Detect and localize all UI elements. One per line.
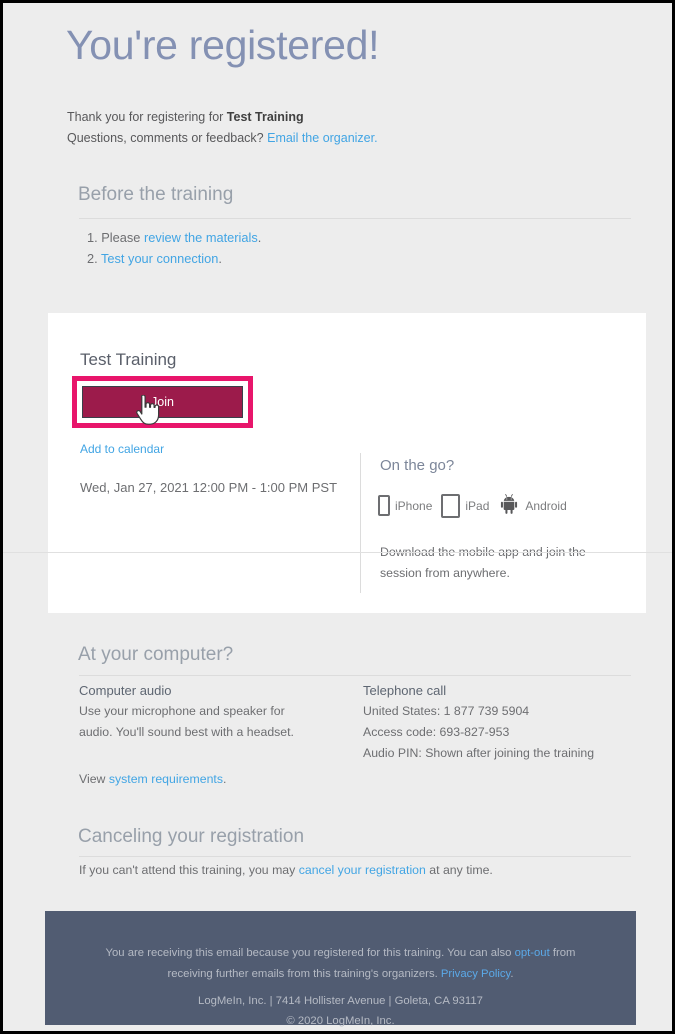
canceling-heading: Canceling your registration (78, 826, 305, 847)
view-requirements-suffix: . (222, 772, 227, 786)
telephone-line-audio-pin: Audio PIN: Shown after joining the train… (363, 746, 595, 760)
list-item: 2. Test your connection. (87, 248, 261, 269)
before-training-list: 1. Please review the materials. 2. Test … (87, 227, 261, 269)
card-vertical-divider (360, 453, 361, 593)
view-system-requirements: View system requirements. (79, 772, 226, 786)
opt-out-link[interactable]: opt-out (515, 947, 550, 959)
add-to-calendar-link[interactable]: Add to calendar (80, 442, 164, 456)
intro-text: Thank you for registering for Test Train… (67, 107, 378, 149)
review-materials-link[interactable]: review the materials (144, 230, 258, 245)
device-label-ipad: iPad (465, 498, 490, 513)
footer-line-1-b: from (549, 947, 576, 959)
canceling-prefix: If you can't attend this training, you m… (79, 863, 299, 877)
computer-audio-title: Computer audio (79, 683, 172, 698)
footer-copyright: © 2020 LogMeIn, Inc. (286, 1015, 395, 1027)
system-requirements-link[interactable]: system requirements (109, 772, 223, 786)
before-training-divider (79, 218, 631, 219)
join-button[interactable]: Join (82, 386, 243, 418)
device-iphone[interactable]: iPhone (378, 495, 432, 516)
session-card: Test Training Join Add to calendar Wed, … (48, 313, 646, 613)
telephone-call-lines: United States: 1 877 739 5904 Access cod… (363, 701, 643, 764)
footer-line-1-a: You are receiving this email because you… (105, 947, 515, 959)
footer-line-1: You are receiving this email because you… (73, 943, 608, 985)
list-item-number: 1. (87, 230, 98, 245)
device-label-iphone: iPhone (395, 498, 433, 513)
intro-line-2-prefix: Questions, comments or feedback? (67, 131, 268, 145)
test-connection-link[interactable]: Test your connection (101, 251, 218, 266)
mouse-cursor-pointer (134, 394, 160, 432)
page-title: You're registered! (66, 22, 380, 68)
list-item-suffix: . (257, 230, 262, 245)
email-page: You're registered! Thank you for registe… (3, 3, 672, 1031)
email-organizer-link[interactable]: Email the organizer. (267, 131, 377, 145)
footer-address: LogMeIn, Inc. | 7414 Hollister Avenue | … (198, 995, 483, 1007)
list-item: 1. Please review the materials. (87, 227, 261, 248)
device-label-android: Android (525, 498, 567, 513)
footer-line-2-a: receiving further emails from this train… (167, 968, 441, 980)
canceling-divider (79, 856, 631, 857)
privacy-policy-link[interactable]: Privacy Policy (441, 968, 510, 980)
telephone-line-country: United States: 1 877 739 5904 (363, 704, 530, 718)
view-requirements-prefix: View (79, 772, 109, 786)
at-your-computer-heading: At your computer? (78, 644, 234, 665)
session-title: Test Training (80, 350, 177, 369)
intro-line-1-prefix: Thank you for registering for (67, 110, 227, 124)
intro-line-1: Thank you for registering for Test Train… (67, 107, 378, 128)
on-the-go-heading: On the go? (380, 457, 455, 474)
android-icon (498, 493, 520, 518)
telephone-call-title: Telephone call (363, 683, 447, 698)
cancel-registration-link[interactable]: cancel your registration (299, 863, 426, 877)
training-name-bold: Test Training (226, 110, 304, 124)
intro-line-2: Questions, comments or feedback? Email t… (67, 128, 378, 149)
iphone-icon (378, 495, 390, 516)
canceling-body: If you can't attend this training, you m… (79, 863, 493, 877)
mobile-app-note: Download the mobile app and join the ses… (380, 545, 586, 580)
list-item-suffix: . (218, 251, 222, 266)
session-datetime: Wed, Jan 27, 2021 12:00 PM - 1:00 PM PST (80, 480, 338, 495)
device-ipad[interactable]: iPad (441, 493, 490, 518)
canceling-suffix: at any time. (425, 863, 493, 877)
email-footer: You are receiving this email because you… (45, 911, 636, 1027)
telephone-line-access-code: Access code: 693-827-953 (363, 725, 510, 739)
ipad-icon (441, 493, 461, 518)
before-training-heading: Before the training (78, 184, 234, 205)
computer-audio-body: Use your microphone and speaker for audi… (79, 704, 294, 739)
list-item-prefix: Please (101, 230, 144, 245)
list-item-number: 2. (87, 251, 98, 266)
viewport-seam-line (3, 552, 672, 553)
device-list: iPhone iPad Android (378, 493, 567, 518)
footer-line-2-b: . (510, 968, 514, 980)
at-your-computer-divider (79, 675, 631, 676)
device-android[interactable]: Android (498, 493, 567, 518)
